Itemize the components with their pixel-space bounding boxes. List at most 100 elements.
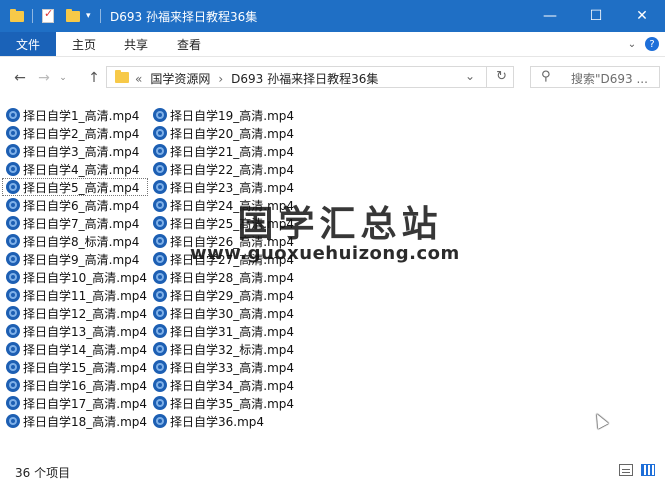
file-item[interactable]: 择日自学1_高清.mp4 [2, 106, 148, 124]
file-item[interactable]: 择日自学17_高清.mp4 [2, 394, 148, 412]
file-name: 择日自学3_高清.mp4 [23, 144, 140, 159]
help-button[interactable]: ? [644, 32, 660, 56]
file-item[interactable]: 择日自学28_高清.mp4 [149, 268, 294, 286]
up-arrow-icon[interactable]: ↑ [84, 68, 104, 88]
video-file-icon [153, 378, 167, 392]
video-file-icon [6, 162, 20, 176]
breadcrumb-item[interactable]: 国学资源网 [150, 70, 210, 87]
tab-share[interactable]: 共享 [124, 32, 148, 56]
video-file-icon [6, 306, 20, 320]
file-item[interactable]: 择日自学31_高清.mp4 [149, 322, 294, 340]
file-name: 择日自学20_高清.mp4 [170, 126, 295, 141]
video-file-icon [153, 126, 167, 140]
maximize-button[interactable]: ☐ [573, 0, 619, 32]
recent-locations-icon[interactable]: ⌄ [56, 68, 70, 88]
file-name: 择日自学12_高清.mp4 [23, 306, 148, 321]
folder-icon[interactable] [10, 8, 24, 24]
file-item[interactable]: 择日自学4_高清.mp4 [2, 160, 148, 178]
file-item[interactable]: 择日自学26_高清.mp4 [149, 232, 294, 250]
video-file-icon [153, 306, 167, 320]
file-item[interactable]: 择日自学8_标清.mp4 [2, 232, 148, 250]
file-item[interactable]: 择日自学9_高清.mp4 [2, 250, 148, 268]
forward-arrow-icon[interactable]: → [34, 68, 54, 88]
file-list[interactable]: 择日自学1_高清.mp4 择日自学2_高清.mp4 择日自学3_高清.mp4 择日自学… [0, 100, 665, 458]
search-icon: ⚲ [541, 69, 551, 84]
large-icons-view-icon[interactable] [641, 464, 655, 476]
address-bar[interactable]: « 国学资源网 › D693 孙福来择日教程36集 ⌄ ↻ [106, 66, 514, 88]
video-file-icon [153, 216, 167, 230]
file-item[interactable]: 择日自学32_标清.mp4 [149, 340, 294, 358]
file-item[interactable]: 择日自学16_高清.mp4 [2, 376, 148, 394]
address-dropdown-icon[interactable]: ⌄ [465, 69, 475, 83]
file-item[interactable]: 择日自学15_高清.mp4 [2, 358, 148, 376]
file-name: 择日自学2_高清.mp4 [23, 126, 140, 141]
file-item[interactable]: 择日自学14_高清.mp4 [2, 340, 148, 358]
video-file-icon [6, 234, 20, 248]
file-item[interactable]: 择日自学20_高清.mp4 [149, 124, 294, 142]
video-file-icon [6, 126, 20, 140]
file-item[interactable]: 择日自学25_高清.mp4 [149, 214, 294, 232]
new-folder-icon[interactable] [66, 8, 80, 24]
file-item[interactable]: 择日自学19_高清.mp4 [149, 106, 294, 124]
search-placeholder: 搜索"D693 ... [571, 72, 648, 86]
file-item[interactable]: 择日自学3_高清.mp4 [2, 142, 148, 160]
separator [486, 67, 487, 87]
file-item[interactable]: 择日自学21_高清.mp4 [149, 142, 294, 160]
video-file-icon [6, 288, 20, 302]
file-item[interactable]: 择日自学24_高清.mp4 [149, 196, 294, 214]
video-file-icon [6, 144, 20, 158]
customize-toolbar-icon[interactable]: ▾ [86, 8, 91, 24]
file-item[interactable]: 择日自学22_高清.mp4 [149, 160, 294, 178]
tab-view[interactable]: 查看 [177, 32, 201, 56]
file-name: 择日自学9_高清.mp4 [23, 252, 140, 267]
file-item[interactable]: 择日自学5_高清.mp4 [2, 178, 148, 196]
file-item[interactable]: 择日自学30_高清.mp4 [149, 304, 294, 322]
video-file-icon [6, 252, 20, 266]
video-file-icon [6, 342, 20, 356]
details-view-icon[interactable] [619, 464, 633, 476]
tab-home[interactable]: 主页 [72, 32, 96, 56]
file-item[interactable]: 择日自学11_高清.mp4 [2, 286, 148, 304]
refresh-icon[interactable]: ↻ [496, 69, 507, 84]
search-input[interactable]: ⚲ 搜索"D693 ... [530, 66, 660, 88]
file-item[interactable]: 择日自学27_高清.mp4 [149, 250, 294, 268]
file-item[interactable]: 择日自学23_高清.mp4 [149, 178, 294, 196]
breadcrumb-overflow[interactable]: « [135, 72, 142, 86]
breadcrumb-chevron-icon[interactable]: › [218, 72, 223, 86]
video-file-icon [6, 360, 20, 374]
folder-icon [115, 70, 129, 83]
file-name: 择日自学4_高清.mp4 [23, 162, 140, 177]
file-name: 择日自学5_高清.mp4 [23, 180, 140, 195]
file-item[interactable]: 择日自学7_高清.mp4 [2, 214, 148, 232]
file-name: 择日自学30_高清.mp4 [170, 306, 295, 321]
file-item[interactable]: 择日自学2_高清.mp4 [2, 124, 148, 142]
back-arrow-icon[interactable]: ← [10, 68, 30, 88]
file-item[interactable]: 择日自学35_高清.mp4 [149, 394, 294, 412]
file-name: 择日自学15_高清.mp4 [23, 360, 148, 375]
file-item[interactable]: 择日自学18_高清.mp4 [2, 412, 148, 430]
window-title: D693 孙福来择日教程36集 [110, 10, 258, 24]
video-file-icon [153, 108, 167, 122]
minimize-button[interactable]: — [527, 0, 573, 32]
file-item[interactable]: 择日自学36.mp4 [149, 412, 294, 430]
video-file-icon [6, 396, 20, 410]
file-item[interactable]: 择日自学33_高清.mp4 [149, 358, 294, 376]
expand-ribbon-icon[interactable]: ⌄ [624, 32, 640, 56]
file-item[interactable]: 择日自学6_高清.mp4 [2, 196, 148, 214]
navigation-bar: ← → ⌄ ↑ « 国学资源网 › D693 孙福来择日教程36集 ⌄ ↻ ⚲ … [0, 57, 665, 99]
properties-icon[interactable] [42, 7, 54, 24]
file-item[interactable]: 择日自学29_高清.mp4 [149, 286, 294, 304]
file-item[interactable]: 择日自学13_高清.mp4 [2, 322, 148, 340]
file-name: 择日自学36.mp4 [170, 414, 265, 429]
video-file-icon [6, 414, 20, 428]
video-file-icon [153, 396, 167, 410]
file-item[interactable]: 择日自学34_高清.mp4 [149, 376, 294, 394]
file-item[interactable]: 择日自学12_高清.mp4 [2, 304, 148, 322]
close-button[interactable]: ✕ [619, 0, 665, 32]
file-item[interactable]: 择日自学10_高清.mp4 [2, 268, 148, 286]
video-file-icon [6, 216, 20, 230]
breadcrumb-item[interactable]: D693 孙福来择日教程36集 [231, 70, 378, 87]
tab-file[interactable]: 文件 [0, 32, 56, 56]
file-name: 择日自学10_高清.mp4 [23, 270, 148, 285]
file-name: 择日自学33_高清.mp4 [170, 360, 295, 375]
